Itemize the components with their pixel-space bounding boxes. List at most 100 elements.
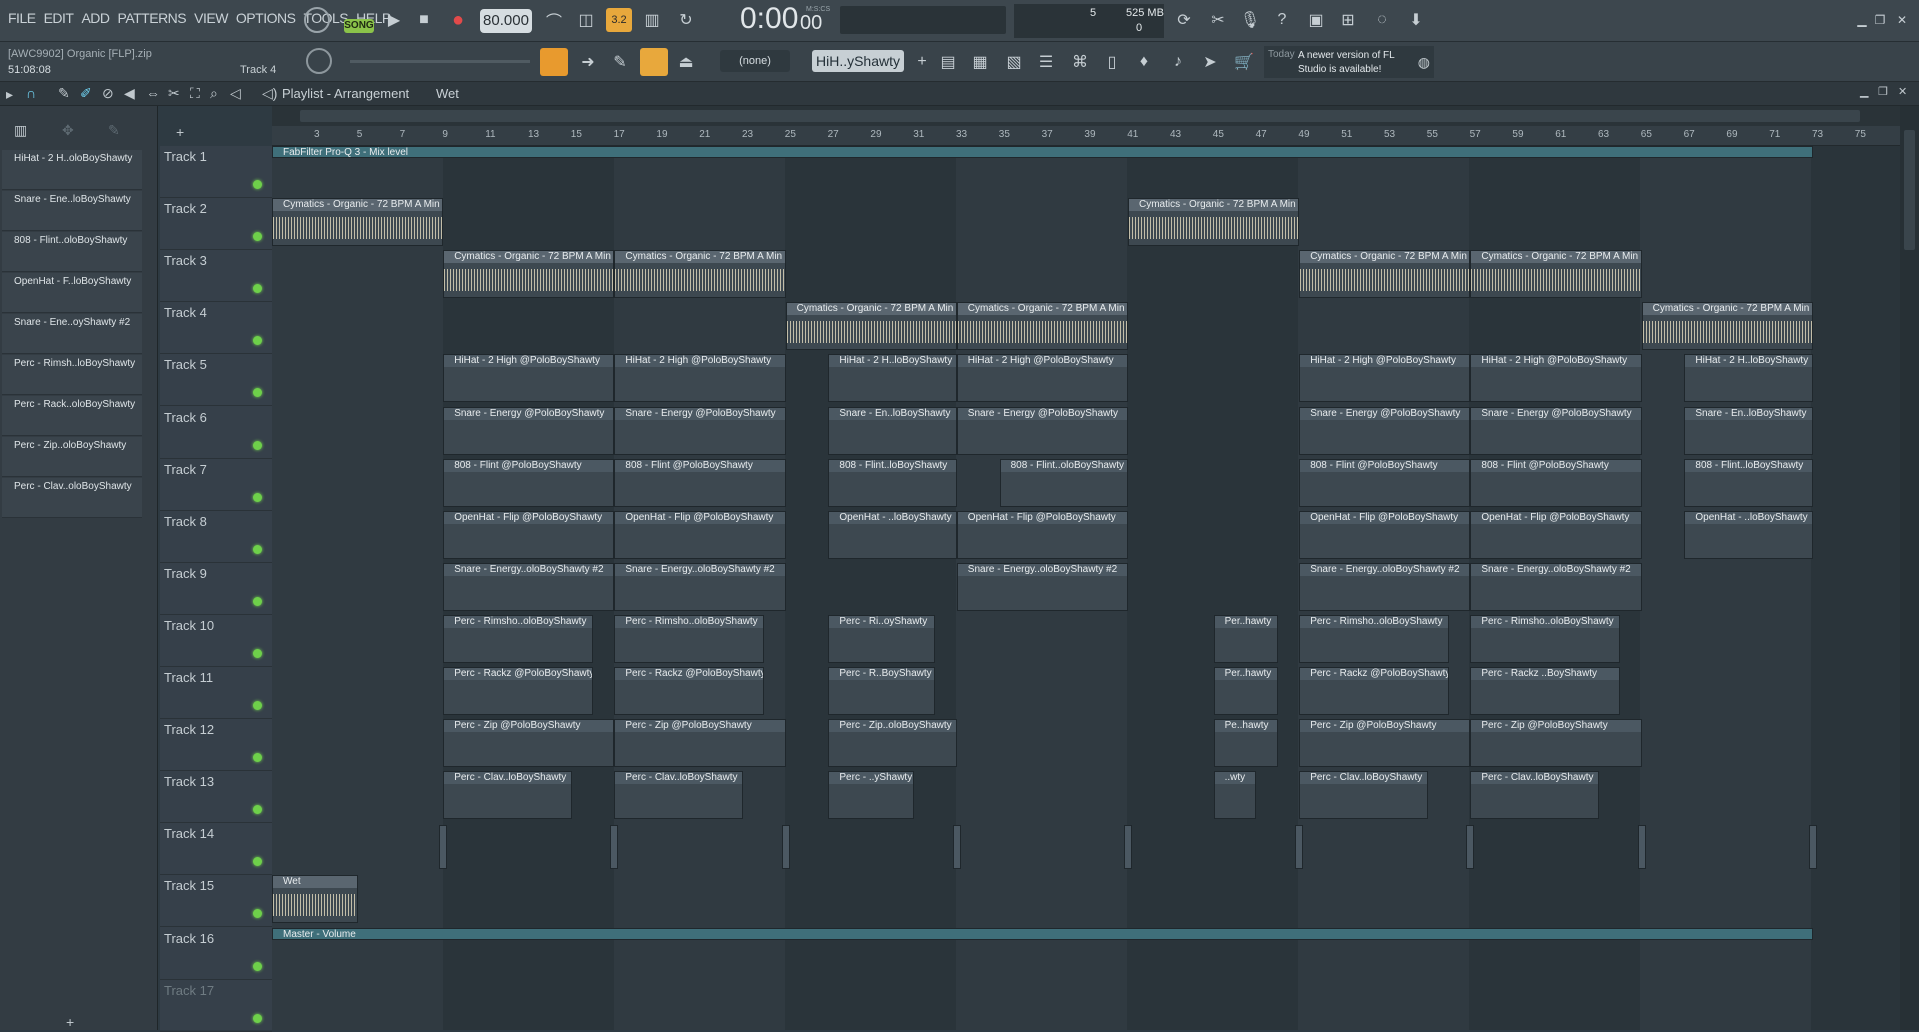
track-enable-led[interactable] bbox=[253, 544, 262, 554]
picker-item[interactable]: OpenHat - F..loBoyShawty bbox=[2, 273, 142, 313]
marker-clip[interactable] bbox=[439, 825, 448, 870]
track-enable-led[interactable] bbox=[253, 440, 262, 450]
draw-icon[interactable]: ✎ bbox=[606, 48, 634, 76]
pattern-clip[interactable]: OpenHat - Flip @PoloBoyShawty bbox=[1299, 510, 1471, 559]
track-header[interactable]: Track 2 bbox=[160, 198, 272, 251]
pattern-clip[interactable]: 808 - Flint @PoloBoyShawty bbox=[443, 458, 615, 507]
delete-icon[interactable]: ⊘ bbox=[102, 85, 114, 102]
pattern-clip[interactable]: Per..hawty bbox=[1213, 614, 1278, 663]
pattern-clip[interactable]: HiHat - 2 High @PoloBoyShawty bbox=[443, 354, 615, 403]
track-header[interactable]: Track 6 bbox=[160, 407, 272, 459]
audio-clip[interactable]: Cymatics - Organic - 72 BPM A Min bbox=[272, 198, 444, 247]
pattern-clip[interactable]: Perc - Rimsho..oloBoyShawty bbox=[1299, 614, 1449, 663]
pattern-clip[interactable]: Pe..hawty bbox=[1213, 719, 1278, 768]
marker-clip[interactable] bbox=[1808, 825, 1817, 870]
scroll-thumb[interactable] bbox=[300, 110, 1860, 122]
playback-icon[interactable]: ◁ bbox=[230, 85, 241, 102]
move-icon[interactable]: ✥ bbox=[62, 122, 74, 139]
pattern-clip[interactable]: Snare - En..loBoyShawty bbox=[1684, 406, 1813, 455]
zoom-icon[interactable]: ⌕ bbox=[210, 85, 218, 102]
track-header[interactable]: Track 16 bbox=[160, 928, 272, 980]
track-enable-led[interactable] bbox=[253, 909, 262, 919]
timeline-ruler[interactable]: 3 5 7 9 11 13 15 17 19 21 23 25 27 29 31 33 35 37 39 41 43 45… bbox=[272, 126, 1900, 146]
track-enable-led[interactable] bbox=[253, 805, 262, 815]
song-mode-toggle[interactable]: SONG bbox=[344, 19, 374, 33]
pattern-clip[interactable]: OpenHat - Flip @PoloBoyShawty bbox=[956, 510, 1128, 559]
pattern-clip[interactable]: Perc - Zip @PoloBoyShawty bbox=[1299, 719, 1471, 768]
audio-clip[interactable]: Cymatics - Organic - 72 BPM A Min bbox=[443, 250, 615, 299]
magnet-icon[interactable]: ∩ bbox=[26, 85, 36, 101]
playlist-close-icon[interactable]: ✕ bbox=[1898, 85, 1907, 98]
track-enable-led[interactable] bbox=[253, 857, 262, 867]
playlist-icon[interactable]: ▤ bbox=[934, 48, 962, 76]
track-header[interactable]: Track 4 bbox=[160, 302, 272, 355]
picker-item[interactable]: Perc - Clav..oloBoyShawty bbox=[2, 478, 142, 518]
track-header[interactable]: Track 12 bbox=[160, 719, 272, 772]
pattern-clip[interactable]: 808 - Flint..loBoyShawty bbox=[828, 458, 957, 507]
pattern-clip[interactable]: ..wty bbox=[1213, 771, 1257, 820]
track-header[interactable]: Track 7 bbox=[160, 459, 272, 511]
pattern-clip[interactable]: HiHat - 2 H..loBoyShawty bbox=[1684, 354, 1813, 403]
mixer-icon[interactable]: ☰ bbox=[1032, 48, 1060, 76]
metronome-icon[interactable]: ⌒ bbox=[540, 6, 568, 34]
plugin-icon[interactable]: ♦ bbox=[1130, 48, 1158, 76]
shop-icon[interactable]: 🛒 bbox=[1230, 48, 1258, 76]
track-header[interactable]: Track 15 bbox=[160, 875, 272, 928]
pattern-clip[interactable]: Perc - Zip @PoloBoyShawty bbox=[614, 719, 786, 768]
picker-item[interactable]: 808 - Flint..oloBoyShawty bbox=[2, 232, 142, 272]
track-enable-led[interactable] bbox=[253, 232, 262, 242]
track-enable-led[interactable] bbox=[253, 388, 262, 398]
pattern-clip[interactable]: Perc - Zip @PoloBoyShawty bbox=[1470, 719, 1642, 768]
track-header[interactable]: Track 5 bbox=[160, 354, 272, 407]
pattern-clip[interactable]: Perc - Clav..loBoyShawty bbox=[1299, 771, 1428, 820]
menu-patterns[interactable]: PATTERNS bbox=[114, 10, 191, 26]
help-icon[interactable]: ? bbox=[1268, 6, 1296, 34]
pattern-clip[interactable]: Perc - Clav..loBoyShawty bbox=[1470, 771, 1599, 820]
pattern-clip[interactable]: 808 - Flint @PoloBoyShawty bbox=[1299, 458, 1471, 507]
speaker-icon[interactable]: ◁) bbox=[262, 85, 277, 102]
pattern-clip[interactable]: 808 - Flint..oloBoyShawty bbox=[999, 458, 1128, 507]
playlist-grid[interactable]: FabFilter Pro-Q 3 - Mix level Cymatics - … bbox=[272, 146, 1900, 1030]
audio-clip[interactable]: Cymatics - Organic - 72 BPM A Min bbox=[1128, 198, 1300, 247]
track-header[interactable]: Track 8 bbox=[160, 511, 272, 563]
globe-icon[interactable]: ◍ bbox=[1418, 54, 1430, 71]
pattern-clip[interactable]: Snare - En..loBoyShawty bbox=[828, 406, 957, 455]
track-header[interactable]: Track 3 bbox=[160, 250, 272, 303]
vertical-scroll-thumb[interactable] bbox=[1904, 130, 1915, 250]
track-header[interactable]: Track 10 bbox=[160, 615, 272, 667]
browser-icon[interactable]: ⌘ bbox=[1066, 48, 1094, 76]
track-enable-led[interactable] bbox=[253, 1013, 262, 1023]
play-icon[interactable]: ▶ bbox=[380, 6, 408, 34]
pattern-clip[interactable]: Snare - Energy..oloBoyShawty #2 bbox=[956, 562, 1128, 611]
chat-icon[interactable]: ◌ bbox=[1368, 6, 1396, 34]
link-button[interactable] bbox=[640, 48, 668, 76]
pattern-clip[interactable]: Snare - Energy..oloBoyShawty #2 bbox=[614, 562, 786, 611]
cut-icon[interactable]: ✂ bbox=[1204, 6, 1232, 34]
pattern-clip[interactable]: Perc - ..yShawty bbox=[828, 771, 914, 820]
picker-item[interactable]: Perc - Zip..oloBoyShawty bbox=[2, 437, 142, 477]
marker-clip[interactable] bbox=[610, 825, 619, 870]
pattern-clip[interactable]: Perc - Rackz @PoloBoyShawty bbox=[1299, 667, 1449, 715]
automation-clip[interactable]: Master - Volume bbox=[272, 927, 1813, 940]
piano-icon[interactable]: ▥ bbox=[14, 122, 27, 139]
microphone-icon[interactable]: 🎙 bbox=[1236, 6, 1264, 34]
pattern-clip[interactable]: HiHat - 2 High @PoloBoyShawty bbox=[1299, 354, 1471, 403]
pattern-clip[interactable]: Snare - Energy @PoloBoyShawty bbox=[1299, 406, 1471, 455]
channel-rack-icon[interactable]: ▦ bbox=[966, 48, 994, 76]
pattern-clip[interactable]: Snare - Energy @PoloBoyShawty bbox=[614, 406, 786, 455]
master-volume-knob[interactable] bbox=[304, 7, 330, 33]
pattern-clip[interactable]: Perc - Clav..loBoyShawty bbox=[443, 771, 572, 820]
tempo-display[interactable]: 80.000 bbox=[480, 9, 532, 33]
pattern-clip[interactable]: Snare - Energy @PoloBoyShawty bbox=[1470, 406, 1642, 455]
horizontal-scrollbar[interactable] bbox=[272, 106, 1900, 126]
picker-item[interactable]: Perc - Rimsh..loBoyShawty bbox=[2, 355, 142, 395]
news-panel[interactable]: Today A newer version of FL Studio is av… bbox=[1264, 46, 1434, 78]
audio-clip[interactable]: Cymatics - Organic - 72 BPM A Min bbox=[956, 302, 1128, 351]
loop-record-icon[interactable]: ↻ bbox=[672, 6, 700, 34]
track-enable-led[interactable] bbox=[253, 336, 262, 346]
picker-item[interactable]: Perc - Rack..oloBoyShawty bbox=[2, 396, 142, 436]
track-enable-led[interactable] bbox=[253, 180, 262, 189]
track-enable-led[interactable] bbox=[253, 701, 262, 710]
menu-edit[interactable]: EDIT bbox=[40, 10, 78, 26]
add-pattern-plus-icon[interactable]: + bbox=[66, 1014, 74, 1030]
